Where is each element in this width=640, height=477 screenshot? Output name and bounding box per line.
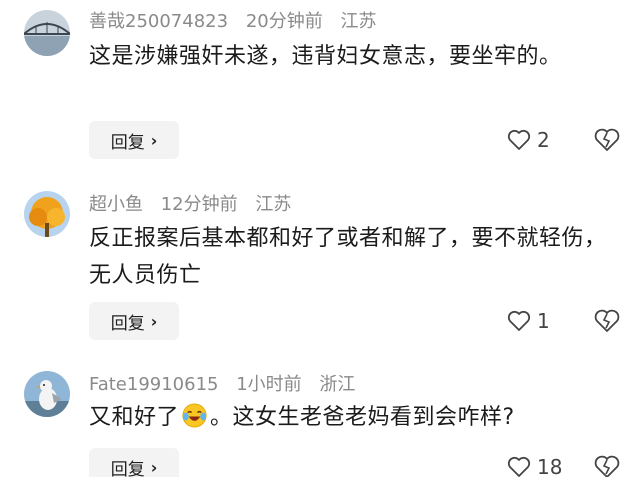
comment-time: 1小时前 (236, 374, 302, 395)
reply-label: 回复 (110, 459, 145, 477)
comment-meta: 善哉250074823 20分钟前 江苏 (89, 10, 388, 34)
avatar[interactable] (24, 10, 70, 56)
comment-time: 20分钟前 (245, 11, 323, 32)
broken-heart-icon[interactable] (594, 128, 620, 152)
heart-icon (507, 129, 531, 150)
comment-text: 又和好了 。这女生老爸老妈看到会咋样? (89, 399, 609, 436)
username[interactable]: Fate19910615 (89, 374, 218, 395)
username[interactable]: 善哉250074823 (89, 11, 228, 32)
comment-location: 浙江 (319, 374, 356, 395)
comment-item: Fate19910615 1小时前 浙江 又和好了 。这女生老爸老妈看到会咋样?… (0, 360, 640, 477)
reply-button[interactable]: 回复 › (89, 121, 179, 159)
comment-text-part: 又和好了 (89, 405, 180, 430)
comment-meta: 超小鱼 12分钟前 江苏 (89, 193, 303, 217)
chevron-right-icon: › (150, 130, 158, 150)
like-count: 1 (537, 309, 550, 333)
reply-button[interactable]: 回复 › (89, 302, 179, 340)
comment-location: 江苏 (340, 11, 377, 32)
avatar[interactable] (24, 371, 70, 417)
like-button[interactable]: 18 (507, 452, 562, 477)
username[interactable]: 超小鱼 (89, 194, 143, 215)
comment-item: 超小鱼 12分钟前 江苏 反正报案后基本都和好了或者和解了，要不就轻伤，无人员伤… (0, 180, 640, 350)
comment-time: 12分钟前 (160, 194, 238, 215)
broken-heart-icon[interactable] (594, 455, 620, 477)
bridge-photo-avatar-icon (24, 10, 70, 56)
like-count: 18 (537, 455, 563, 477)
heart-icon (507, 456, 531, 477)
broken-heart-icon[interactable] (594, 309, 620, 333)
laughing-crying-emoji-icon (182, 403, 207, 428)
reply-button[interactable]: 回复 › (89, 448, 179, 477)
heart-icon (507, 310, 531, 331)
like-button[interactable]: 2 (507, 125, 550, 155)
seagull-photo-avatar-icon (24, 371, 70, 417)
comment-text: 反正报案后基本都和好了或者和解了，要不就轻伤，无人员伤亡 (89, 226, 607, 288)
autumn-tree-avatar-icon (24, 191, 70, 237)
chevron-right-icon: › (150, 311, 158, 331)
avatar[interactable] (24, 191, 70, 237)
reply-label: 回复 (110, 132, 145, 153)
comment-text-part: 。这女生老爸老妈看到会咋样? (210, 405, 515, 430)
comment-location: 江苏 (255, 194, 292, 215)
comment-item: 善哉250074823 20分钟前 江苏 这是涉嫌强奸未遂，违背妇女意志，要坐牢… (0, 0, 640, 170)
like-button[interactable]: 1 (507, 306, 550, 336)
reply-label: 回复 (110, 313, 145, 334)
comment-text: 这是涉嫌强奸未遂，违背妇女意志，要坐牢的。 (89, 44, 562, 69)
chevron-right-icon: › (150, 457, 158, 477)
comment-meta: Fate19910615 1小时前 浙江 (89, 373, 367, 397)
like-count: 2 (537, 128, 550, 152)
